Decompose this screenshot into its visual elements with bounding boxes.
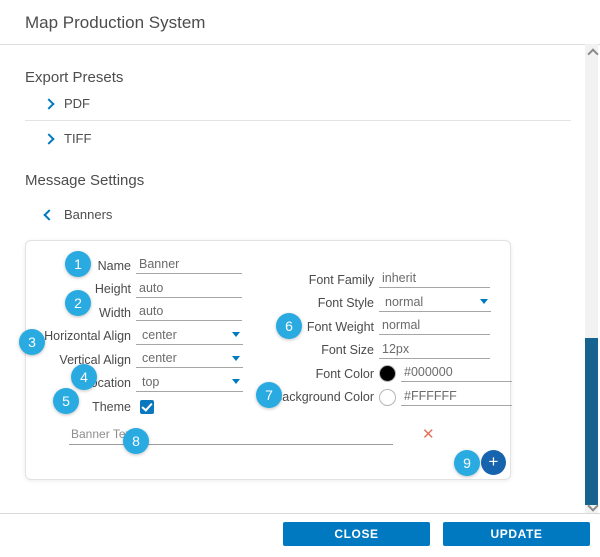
chevron-down-icon	[232, 332, 240, 337]
chevron-right-icon	[43, 98, 54, 109]
preset-item-label: PDF	[64, 96, 90, 111]
callout-badge-1: 1	[65, 251, 91, 277]
map-production-system-dialog: Map Production System Export Presets PDF…	[0, 0, 600, 557]
chevron-right-icon	[43, 133, 54, 144]
export-presets-heading: Export Presets	[25, 69, 123, 86]
close-button[interactable]: CLOSE	[283, 522, 430, 546]
chevron-down-icon	[480, 299, 488, 304]
title-divider	[0, 44, 600, 45]
preset-item-label: TIFF	[64, 131, 91, 146]
callout-badge-7: 7	[256, 382, 282, 408]
font-color-input[interactable]	[401, 365, 512, 382]
font-weight-input[interactable]	[379, 318, 490, 335]
background-color-swatch[interactable]	[379, 389, 396, 406]
background-color-row: Background Color	[269, 386, 512, 410]
banners-back-link[interactable]: Banners	[45, 207, 112, 222]
theme-checkbox[interactable]	[140, 400, 154, 414]
font-color-label: Font Color	[269, 367, 374, 381]
callout-badge-4: 4	[71, 364, 97, 390]
font-color-row: Font Color	[269, 362, 512, 386]
chevron-left-icon	[43, 209, 54, 220]
callout-badge-3: 3	[19, 329, 45, 355]
horizontal-align-select[interactable]: center	[136, 328, 243, 345]
width-input[interactable]	[136, 304, 242, 321]
callout-badge-5: 5	[53, 388, 79, 414]
font-style-select[interactable]: normal	[379, 295, 491, 312]
callout-badge-6: 6	[276, 313, 302, 339]
vertical-align-value: center	[142, 351, 177, 365]
location-value: top	[142, 375, 159, 389]
preset-item-tiff[interactable]: TIFF	[45, 131, 91, 146]
width-field-row: Width	[26, 301, 243, 325]
horizontal-align-row: Horizontal Align center	[26, 325, 243, 349]
banner-settings-panel: Name Height Width Horizontal Align cente…	[25, 240, 511, 480]
chevron-down-icon	[232, 379, 240, 384]
background-color-input[interactable]	[401, 389, 512, 406]
callout-badge-9: 9	[454, 450, 480, 476]
message-settings-heading: Message Settings	[25, 172, 144, 189]
background-color-label: Background Color	[269, 390, 374, 404]
height-field-row: Height	[26, 278, 243, 302]
add-banner-button[interactable]: +	[481, 450, 506, 475]
font-family-input[interactable]	[379, 271, 490, 288]
font-size-input[interactable]	[379, 342, 490, 359]
font-color-swatch[interactable]	[379, 365, 396, 382]
name-field-row: Name	[26, 254, 243, 278]
update-button[interactable]: UPDATE	[443, 522, 590, 546]
checkmark-icon	[141, 400, 152, 411]
vertical-align-row: Vertical Align center	[26, 348, 243, 372]
preset-divider	[25, 120, 571, 121]
font-weight-row: Font Weight	[269, 315, 512, 339]
font-family-label: Font Family	[269, 273, 374, 287]
location-select[interactable]: top	[136, 375, 243, 392]
font-family-row: Font Family	[269, 268, 512, 292]
name-input[interactable]	[136, 257, 242, 274]
banners-back-label: Banners	[64, 207, 112, 222]
horizontal-align-value: center	[142, 328, 177, 342]
callout-badge-2: 2	[65, 290, 91, 316]
chevron-down-icon	[232, 356, 240, 361]
callout-badge-8: 8	[123, 428, 149, 454]
font-style-value: normal	[385, 295, 423, 309]
font-size-row: Font Size	[269, 339, 512, 363]
footer-divider	[0, 513, 600, 514]
right-fields-column: Font Family Font Style normal Font Weigh…	[269, 268, 512, 409]
font-size-label: Font Size	[269, 343, 374, 357]
preset-item-pdf[interactable]: PDF	[45, 96, 90, 111]
font-style-row: Font Style normal	[269, 292, 512, 316]
height-input[interactable]	[136, 281, 242, 298]
banner-text-input[interactable]	[69, 427, 393, 445]
vertical-align-select[interactable]: center	[136, 351, 243, 368]
page-title: Map Production System	[25, 13, 205, 33]
remove-banner-button[interactable]: ✕	[422, 425, 435, 443]
font-style-label: Font Style	[269, 296, 374, 310]
scrollbar-thumb[interactable]	[585, 338, 598, 505]
